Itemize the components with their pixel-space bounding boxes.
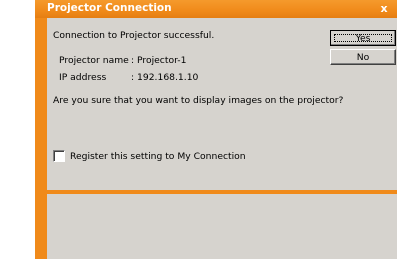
orange-side-stripe-lower (35, 194, 47, 259)
projector-connection-dialog: Projector Connection x Connection to Pro… (35, 0, 397, 259)
register-checkbox-label[interactable]: Register this setting to My Connection (70, 151, 246, 162)
orange-side-stripe (35, 18, 47, 192)
window-title: Projector Connection (47, 2, 172, 14)
register-setting-option[interactable]: Register this setting to My Connection (53, 150, 246, 162)
register-checkbox[interactable] (53, 150, 65, 162)
title-bar[interactable]: Projector Connection x (35, 0, 397, 18)
divider-bar (35, 190, 397, 194)
yes-button-label: Yes (334, 34, 392, 43)
no-button[interactable]: No (330, 49, 396, 65)
ip-address-value: : 192.168.1.10 (131, 72, 199, 83)
projector-name-label: Projector name (59, 55, 129, 66)
dialog-content: Connection to Projector successful. Proj… (53, 18, 397, 190)
confirmation-question: Are you sure that you want to display im… (53, 95, 344, 106)
projector-name-value: : Projector-1 (131, 55, 187, 66)
yes-button[interactable]: Yes (330, 30, 396, 46)
status-message: Connection to Projector successful. (53, 30, 215, 41)
close-icon[interactable]: x (377, 2, 391, 15)
ip-address-label: IP address (59, 72, 107, 83)
